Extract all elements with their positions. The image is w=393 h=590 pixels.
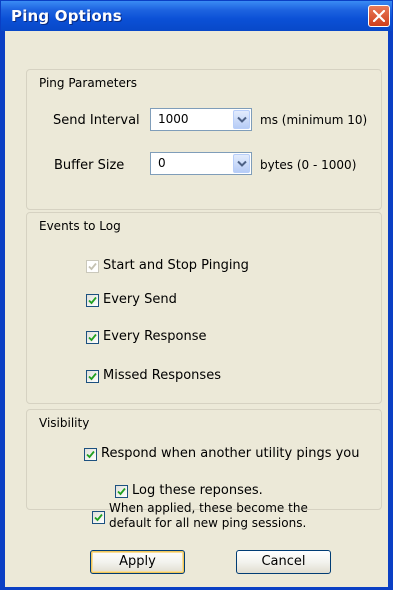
checkbox-box	[86, 331, 99, 344]
buffer-size-dropdown-button[interactable]	[233, 154, 250, 173]
apply-as-default-line1: When applied, these become the	[109, 501, 308, 515]
checkbox-box	[84, 448, 97, 461]
every-send-label: Every Send	[103, 292, 177, 307]
checkmark-icon	[86, 450, 95, 459]
checkmark-icon	[88, 296, 97, 305]
ping-options-window: Ping Options Ping Parameters Send Interv…	[0, 0, 393, 590]
apply-button[interactable]: Apply	[90, 550, 185, 574]
every-response-label: Every Response	[103, 329, 207, 344]
checkbox-box	[115, 485, 128, 498]
missed-responses-label: Missed Responses	[103, 368, 221, 383]
checkmark-icon	[88, 372, 97, 381]
checkbox-box	[86, 260, 99, 273]
send-interval-dropdown-button[interactable]	[233, 110, 250, 129]
checkbox-box	[92, 511, 105, 524]
window-title: Ping Options	[11, 7, 122, 25]
buffer-size-label: Buffer Size	[54, 158, 125, 173]
close-x-icon	[373, 10, 385, 22]
apply-as-default-label: When applied, these become the default f…	[109, 501, 308, 531]
title-bar[interactable]: Ping Options	[1, 1, 392, 31]
send-interval-label: Send Interval	[53, 113, 140, 128]
checkmark-icon	[94, 513, 103, 522]
events-to-log-group: Events to Log Start and Stop Pinging Eve…	[26, 212, 382, 404]
events-to-log-title: Events to Log	[39, 219, 121, 233]
visibility-title: Visibility	[39, 416, 90, 430]
send-interval-hint: ms (minimum 10)	[260, 113, 368, 127]
visibility-group: Visibility Respond when another utility …	[26, 409, 382, 510]
respond-label: Respond when another utility pings you	[101, 446, 360, 461]
buffer-size-combo[interactable]: 0	[150, 152, 252, 175]
apply-as-default-line2: default for all new ping sessions.	[109, 516, 307, 530]
ping-parameters-title: Ping Parameters	[39, 76, 138, 90]
close-button[interactable]	[368, 5, 390, 27]
ping-parameters-group: Ping Parameters Send Interval 1000 ms (m…	[26, 69, 382, 210]
checkmark-icon	[117, 487, 126, 496]
checkmark-icon	[88, 262, 97, 271]
checkbox-box	[86, 370, 99, 383]
cancel-button[interactable]: Cancel	[236, 550, 331, 574]
buffer-size-hint: bytes (0 - 1000)	[260, 158, 357, 172]
send-interval-value: 1000	[158, 112, 189, 126]
log-responses-label: Log these reponses.	[132, 483, 263, 498]
chevron-down-icon	[237, 160, 247, 167]
checkmark-icon	[88, 333, 97, 342]
chevron-down-icon	[237, 116, 247, 123]
start-stop-pinging-label: Start and Stop Pinging	[103, 258, 249, 273]
dialog-body: Ping Parameters Send Interval 1000 ms (m…	[5, 31, 388, 587]
checkbox-box	[86, 294, 99, 307]
buffer-size-value: 0	[158, 156, 166, 170]
send-interval-combo[interactable]: 1000	[150, 108, 252, 131]
